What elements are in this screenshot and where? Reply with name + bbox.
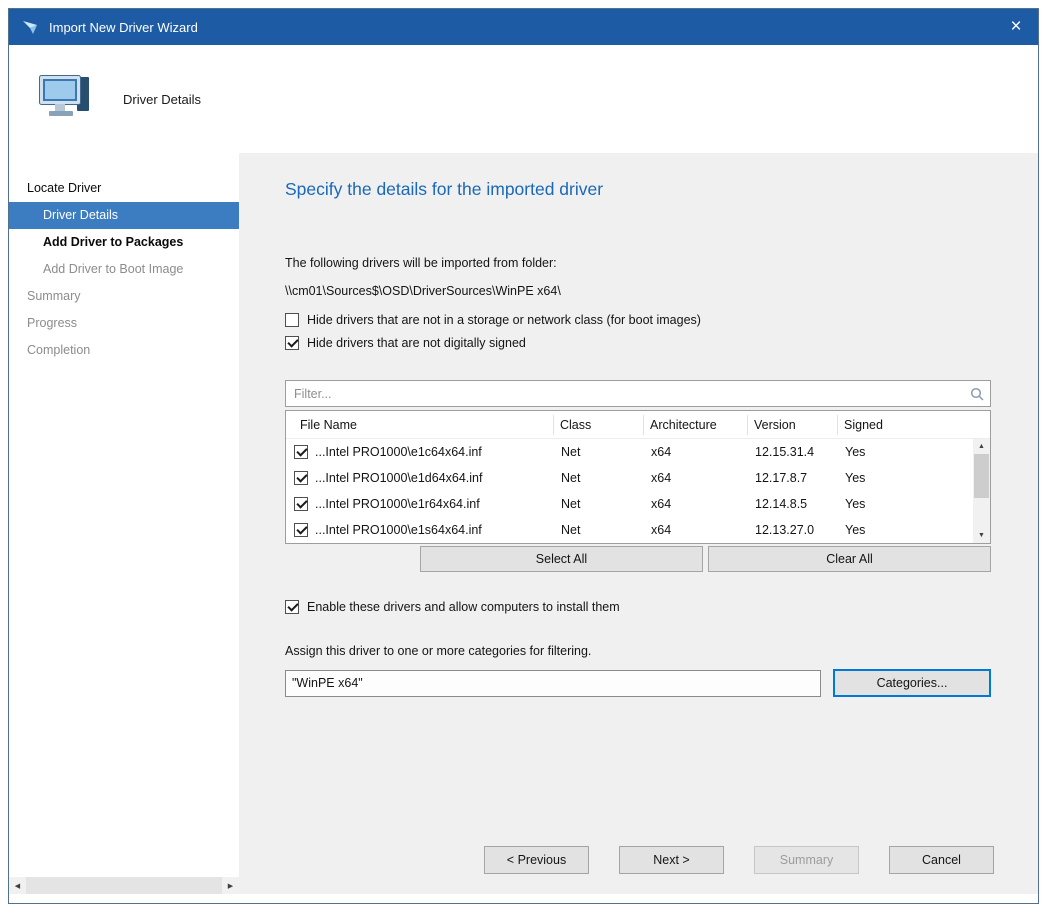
signed-cell: Yes bbox=[838, 445, 973, 459]
signed-cell: Yes bbox=[838, 523, 973, 537]
filter-input[interactable] bbox=[286, 381, 964, 406]
enable-drivers-label: Enable these drivers and allow computers… bbox=[307, 600, 620, 614]
import-new-driver-wizard-window: Import New Driver Wizard × Driver Detail… bbox=[8, 8, 1039, 904]
version-cell: 12.15.31.4 bbox=[748, 445, 838, 459]
column-header-file-name[interactable]: File Name bbox=[286, 415, 554, 435]
file-name-cell: ...Intel PRO1000\e1s64x64.inf bbox=[315, 523, 482, 537]
hide-unsigned-checkbox[interactable] bbox=[285, 336, 299, 350]
filter-box bbox=[285, 380, 991, 407]
scrollbar-thumb[interactable] bbox=[26, 877, 222, 894]
category-field-row: Categories... bbox=[285, 669, 994, 697]
sidebar-item-driver-details[interactable]: Driver Details bbox=[9, 202, 239, 229]
folder-path: \\cm01\Sources$\OSD\DriverSources\WinPE … bbox=[285, 284, 994, 298]
hide-storage-checkbox-row: Hide drivers that are not in a storage o… bbox=[285, 313, 994, 327]
column-header-class[interactable]: Class bbox=[554, 415, 644, 435]
category-field[interactable] bbox=[285, 670, 821, 697]
page-content: Specify the details for the imported dri… bbox=[239, 153, 1038, 894]
version-cell: 12.17.8.7 bbox=[748, 471, 838, 485]
file-name-cell: ...Intel PRO1000\e1d64x64.inf bbox=[315, 471, 482, 485]
sidebar-item-add-driver-to-boot-image: Add Driver to Boot Image bbox=[9, 256, 239, 283]
file-name-cell: ...Intel PRO1000\e1r64x64.inf bbox=[315, 497, 480, 511]
summary-button: Summary bbox=[754, 846, 859, 874]
scroll-down-icon[interactable]: ▼ bbox=[973, 528, 990, 543]
computer-icon bbox=[39, 73, 93, 126]
row-checkbox[interactable] bbox=[294, 445, 308, 459]
row-checkbox[interactable] bbox=[294, 471, 308, 485]
content-heading: Specify the details for the imported dri… bbox=[285, 179, 994, 200]
version-cell: 12.14.8.5 bbox=[748, 497, 838, 511]
hide-unsigned-checkbox-row: Hide drivers that are not digitally sign… bbox=[285, 336, 994, 350]
table-row[interactable]: ...Intel PRO1000\e1d64x64.inf Net x64 12… bbox=[286, 465, 973, 491]
select-all-button[interactable]: Select All bbox=[420, 546, 703, 572]
class-cell: Net bbox=[554, 523, 644, 537]
sidebar-item-locate-driver[interactable]: Locate Driver bbox=[9, 175, 239, 202]
wizard-icon bbox=[21, 18, 39, 36]
assign-category-note: Assign this driver to one or more catego… bbox=[285, 644, 994, 658]
page-title: Driver Details bbox=[123, 92, 201, 107]
architecture-cell: x64 bbox=[644, 523, 748, 537]
previous-button[interactable]: < Previous bbox=[484, 846, 589, 874]
title-bar: Import New Driver Wizard × bbox=[9, 9, 1038, 45]
sidebar-item-add-driver-to-packages[interactable]: Add Driver to Packages bbox=[9, 229, 239, 256]
sidebar-item-summary: Summary bbox=[9, 283, 239, 310]
table-vertical-scrollbar[interactable]: ▲ ▼ bbox=[973, 439, 990, 543]
clear-all-button[interactable]: Clear All bbox=[708, 546, 991, 572]
sidebar-horizontal-scrollbar[interactable]: ◀ ▶ bbox=[9, 877, 239, 894]
scroll-left-icon[interactable]: ◀ bbox=[9, 877, 26, 894]
row-checkbox[interactable] bbox=[294, 523, 308, 537]
architecture-cell: x64 bbox=[644, 445, 748, 459]
column-header-version[interactable]: Version bbox=[748, 415, 838, 435]
signed-cell: Yes bbox=[838, 497, 973, 511]
driver-table: File Name Class Architecture Version Sig… bbox=[285, 410, 991, 544]
column-header-signed[interactable]: Signed bbox=[838, 415, 990, 435]
cancel-button[interactable]: Cancel bbox=[889, 846, 994, 874]
class-cell: Net bbox=[554, 445, 644, 459]
categories-button[interactable]: Categories... bbox=[833, 669, 991, 697]
class-cell: Net bbox=[554, 497, 644, 511]
next-button[interactable]: Next > bbox=[619, 846, 724, 874]
scrollbar-thumb[interactable] bbox=[974, 454, 989, 498]
hide-storage-checkbox[interactable] bbox=[285, 313, 299, 327]
close-icon[interactable]: × bbox=[994, 9, 1038, 45]
table-row[interactable]: ...Intel PRO1000\e1c64x64.inf Net x64 12… bbox=[286, 439, 973, 465]
hide-storage-label: Hide drivers that are not in a storage o… bbox=[307, 313, 701, 327]
column-header-architecture[interactable]: Architecture bbox=[644, 415, 748, 435]
folder-note: The following drivers will be imported f… bbox=[285, 256, 994, 270]
wizard-steps-sidebar: Locate Driver Driver Details Add Driver … bbox=[9, 153, 239, 894]
sidebar-item-progress: Progress bbox=[9, 310, 239, 337]
window-title: Import New Driver Wizard bbox=[49, 20, 198, 35]
version-cell: 12.13.27.0 bbox=[748, 523, 838, 537]
table-row[interactable]: ...Intel PRO1000\e1s64x64.inf Net x64 12… bbox=[286, 517, 973, 543]
search-icon[interactable] bbox=[964, 381, 990, 406]
scroll-up-icon[interactable]: ▲ bbox=[973, 439, 990, 454]
enable-drivers-checkbox[interactable] bbox=[285, 600, 299, 614]
architecture-cell: x64 bbox=[644, 497, 748, 511]
wizard-footer: < Previous Next > Summary Cancel bbox=[285, 846, 994, 874]
selection-buttons-row: Select All Clear All bbox=[285, 546, 991, 572]
scroll-right-icon[interactable]: ▶ bbox=[222, 877, 239, 894]
table-body: ...Intel PRO1000\e1c64x64.inf Net x64 12… bbox=[286, 439, 973, 543]
signed-cell: Yes bbox=[838, 471, 973, 485]
class-cell: Net bbox=[554, 471, 644, 485]
sidebar-item-completion: Completion bbox=[9, 337, 239, 364]
architecture-cell: x64 bbox=[644, 471, 748, 485]
table-row[interactable]: ...Intel PRO1000\e1r64x64.inf Net x64 12… bbox=[286, 491, 973, 517]
table-header: File Name Class Architecture Version Sig… bbox=[286, 411, 990, 439]
hide-unsigned-label: Hide drivers that are not digitally sign… bbox=[307, 336, 526, 350]
file-name-cell: ...Intel PRO1000\e1c64x64.inf bbox=[315, 445, 482, 459]
row-checkbox[interactable] bbox=[294, 497, 308, 511]
enable-drivers-checkbox-row: Enable these drivers and allow computers… bbox=[285, 600, 994, 614]
wizard-header: Driver Details bbox=[9, 45, 1038, 153]
